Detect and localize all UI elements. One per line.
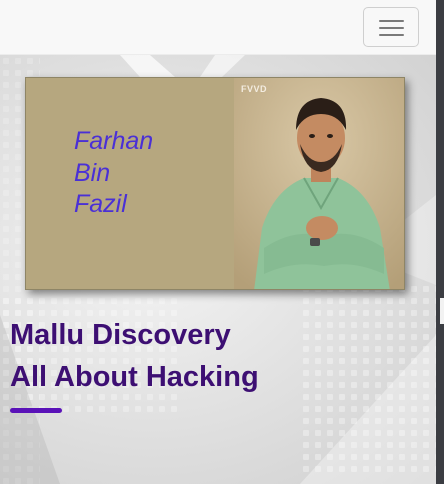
photo-watermark: FVVD xyxy=(241,84,268,94)
scrollbar[interactable] xyxy=(436,0,444,484)
page: Farhan Bin Fazil FVVD Mallu Discovery Al… xyxy=(0,0,436,484)
profile-photo: FVVD xyxy=(234,78,404,289)
headline-underline xyxy=(10,408,62,413)
profile-name-line: Bin xyxy=(74,158,111,187)
navbar-toggler-button[interactable] xyxy=(363,7,419,47)
hero-headline: Mallu Discovery All About Hacking xyxy=(10,314,259,398)
profile-name-line: Farhan xyxy=(74,127,154,155)
profile-name: Farhan Bin Fazil xyxy=(74,126,153,221)
navbar xyxy=(0,0,436,55)
profile-name-line: Fazil xyxy=(74,190,127,218)
profile-card: Farhan Bin Fazil FVVD xyxy=(25,77,405,290)
scrollbar-thumb[interactable] xyxy=(440,298,444,324)
profile-photo-illustration xyxy=(234,78,404,289)
headline-line: All About Hacking xyxy=(10,361,259,393)
headline-line: Mallu Discovery xyxy=(10,319,231,351)
hero-section: Farhan Bin Fazil FVVD Mallu Discovery Al… xyxy=(0,55,436,484)
